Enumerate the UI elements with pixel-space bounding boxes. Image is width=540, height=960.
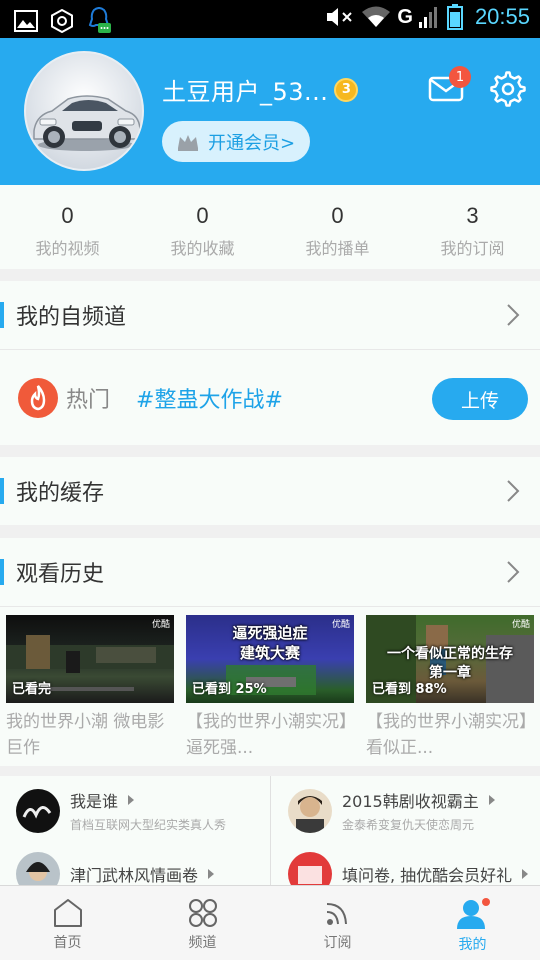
youku-logo: 优酷 — [151, 620, 170, 630]
nav-label: 订阅 — [323, 935, 352, 951]
thumbnail-caption: 逼死强迫症 建筑大赛 — [232, 624, 308, 663]
upload-button[interactable]: 上传 — [432, 378, 528, 420]
profile-header: 土豆用户_53... 3 开通会员> 1 — [0, 38, 540, 185]
nav-label: 频道 — [188, 935, 217, 951]
play-arrow-icon — [208, 869, 215, 879]
my-cache-header[interactable]: 我的缓存 — [0, 457, 540, 525]
history-item[interactable]: 优酷 逼死强迫症 建筑大赛 已看到 25% 【我的世界小潮实况】逼死强... — [186, 615, 354, 761]
video-thumbnail: 优酷 逼死强迫症 建筑大赛 已看到 25% — [186, 615, 354, 703]
mute-icon — [327, 8, 353, 26]
stat-my-videos[interactable]: 0 我的视频 — [0, 185, 135, 269]
stat-label: 我的视频 — [35, 239, 100, 258]
recommendation-subtitle: 首档互联网大型纪实类真人秀 — [70, 818, 227, 832]
stat-label: 我的播单 — [305, 239, 370, 258]
section-accent-bar — [0, 478, 4, 504]
youku-logo: 优酷 — [511, 620, 530, 630]
battery-icon — [446, 4, 463, 30]
clock: 20:55 — [474, 4, 530, 29]
status-bar: G 20:55 — [0, 0, 540, 38]
username: 土豆用户_53... — [162, 78, 329, 106]
recommendation-panel: 我是谁 首档互联网大型纪实类真人秀 2015韩剧收视霸主 金泰希变复仇天使恋周元… — [0, 776, 540, 896]
nav-label: 我的 — [458, 937, 487, 953]
crown-icon — [178, 134, 198, 151]
watch-progress: 已看到 25% — [192, 682, 267, 697]
bottom-navigation: 首页 频道 订阅 我的 — [0, 885, 540, 960]
vip-button[interactable]: 开通会员> — [162, 121, 310, 162]
stat-my-subscriptions[interactable]: 3 我的订阅 — [405, 185, 540, 269]
recommendation-thumbnail — [16, 788, 60, 833]
recommendation-subtitle: 金泰希变复仇天使恋周元 — [342, 818, 475, 832]
video-thumbnail: 优酷 一个看似正常的生存 第一章 已看到 88% — [366, 615, 534, 703]
nav-mine[interactable]: 我的 — [405, 886, 540, 960]
nav-channel[interactable]: 频道 — [135, 886, 270, 960]
hot-topic-row: 热门 #整蛊大作战# 上传 — [0, 349, 540, 445]
signal-icon — [418, 7, 437, 28]
stat-label: 我的收藏 — [170, 239, 235, 258]
play-arrow-icon — [522, 869, 529, 879]
watch-history-section: 观看历史 优酷 已看完 我的世界小潮 微电影巨作 优酷 逼死强迫症 建筑大赛 已… — [0, 538, 540, 766]
my-channel-section: 我的自频道 热门 #整蛊大作战# 上传 — [0, 281, 540, 445]
nav-label: 首页 — [53, 935, 82, 951]
chevron-right-icon — [507, 561, 520, 583]
video-thumbnail: 优酷 已看完 — [6, 615, 174, 703]
play-arrow-icon — [488, 795, 495, 805]
recommendation-thumbnail — [288, 788, 332, 833]
gear-icon[interactable] — [490, 71, 526, 107]
recommendation-title: 津门武林风情画卷 — [70, 866, 199, 885]
mail-badge: 1 — [449, 66, 471, 88]
nav-subscribe[interactable]: 订阅 — [270, 886, 405, 960]
section-title: 我的自频道 — [16, 305, 127, 330]
network-type: G — [397, 5, 413, 28]
stat-value: 0 — [196, 203, 209, 228]
car-avatar-image — [33, 95, 141, 151]
watch-progress: 已看完 — [12, 682, 52, 697]
stat-my-playlists[interactable]: 0 我的播单 — [270, 185, 405, 269]
watch-progress: 已看到 88% — [372, 682, 447, 697]
nav-home[interactable]: 首页 — [0, 886, 135, 960]
chevron-right-icon — [507, 304, 520, 326]
rss-icon — [326, 903, 347, 925]
section-accent-bar — [0, 559, 4, 585]
divider — [270, 776, 271, 886]
video-title: 我的世界小潮 微电影巨作 — [6, 712, 165, 758]
video-title: 【我的世界小潮实况】逼死强... — [186, 712, 348, 758]
level-badge: 3 — [334, 77, 359, 102]
recommendation-title: 填问卷, 抽优酷会员好礼 — [342, 866, 513, 885]
home-icon — [53, 899, 82, 927]
recommendation-title: 我是谁 — [70, 792, 119, 811]
vip-label: 开通会员> — [208, 132, 296, 154]
recommendation-item[interactable]: 我是谁 首档互联网大型纪实类真人秀 — [16, 788, 226, 833]
settings-status-icon — [51, 9, 73, 33]
video-title: 【我的世界小潮实况】看似正... — [366, 712, 528, 758]
history-item[interactable]: 优酷 已看完 我的世界小潮 微电影巨作 — [6, 615, 174, 761]
flame-icon — [18, 377, 58, 418]
gallery-icon — [14, 10, 38, 32]
recommendation-item[interactable]: 2015韩剧收视霸主 金泰希变复仇天使恋周元 — [288, 788, 495, 833]
section-accent-bar — [0, 302, 4, 328]
play-arrow-icon — [128, 795, 135, 805]
hot-label: 热门 — [66, 387, 111, 413]
stats-bar: 0 我的视频 0 我的收藏 0 我的播单 3 我的订阅 — [0, 185, 540, 269]
hot-tag-link[interactable]: #整蛊大作战# — [136, 382, 283, 414]
channel-grid-icon — [188, 899, 217, 927]
section-title: 我的缓存 — [16, 481, 105, 506]
stat-value: 0 — [331, 203, 344, 228]
stat-value: 3 — [466, 203, 479, 228]
watch-history-header[interactable]: 观看历史 — [0, 538, 540, 606]
stat-my-favorites[interactable]: 0 我的收藏 — [135, 185, 270, 269]
chevron-right-icon — [507, 480, 520, 502]
section-title: 观看历史 — [16, 562, 105, 587]
my-cache-section: 我的缓存 — [0, 457, 540, 525]
history-item[interactable]: 优酷 一个看似正常的生存 第一章 已看到 88% 【我的世界小潮实况】看似正..… — [366, 615, 534, 761]
qq-icon — [88, 7, 111, 33]
my-channel-header[interactable]: 我的自频道 — [0, 281, 540, 349]
user-icon — [456, 898, 490, 929]
recommendation-title: 2015韩剧收视霸主 — [342, 792, 479, 811]
stat-label: 我的订阅 — [440, 239, 505, 258]
wifi-icon — [362, 6, 391, 27]
avatar[interactable] — [24, 51, 144, 171]
stat-value: 0 — [61, 203, 74, 228]
